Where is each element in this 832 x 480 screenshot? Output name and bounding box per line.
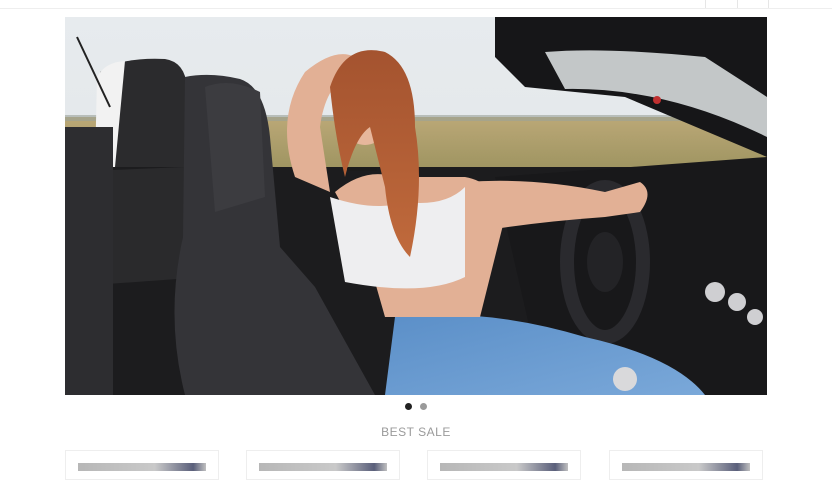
product-card[interactable] [65,450,219,480]
nav-divider [705,0,706,8]
nav-divider [768,0,769,8]
hero-carousel-slide[interactable] [65,17,767,395]
carousel-pagination [0,403,832,413]
product-thumbnail[interactable] [622,463,750,471]
best-sale-title: BEST SALE [381,425,451,439]
product-thumbnail[interactable] [78,463,206,471]
best-sale-product-list [65,450,767,480]
product-thumbnail[interactable] [440,463,568,471]
product-card[interactable] [246,450,400,480]
top-navigation-bar [0,0,832,9]
product-card[interactable] [609,450,763,480]
product-thumbnail[interactable] [259,463,387,471]
hero-photo-woman-in-convertible [65,17,767,395]
carousel-dot-2[interactable] [420,403,427,410]
product-card[interactable] [427,450,581,480]
carousel-dot-1[interactable] [405,403,412,410]
nav-divider [737,0,738,8]
